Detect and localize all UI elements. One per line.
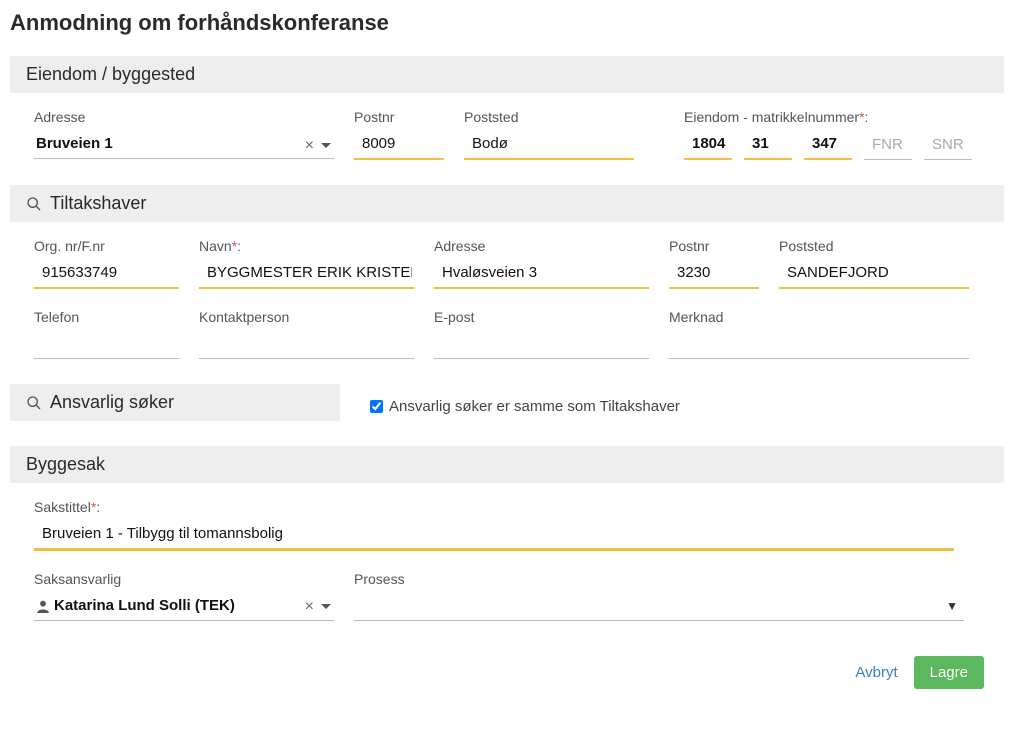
adresse-input[interactable] — [34, 131, 334, 159]
field-th-postnr: Postnr — [669, 238, 759, 289]
orgnr-label: Org. nr/F.nr — [34, 238, 179, 254]
field-th-adresse: Adresse — [434, 238, 649, 289]
field-kontaktperson: Kontaktperson — [199, 309, 414, 359]
saksansvarlig-label: Saksansvarlig — [34, 571, 334, 587]
epost-input[interactable] — [434, 331, 649, 359]
field-orgnr: Org. nr/F.nr — [34, 238, 179, 289]
postnr-input[interactable] — [354, 131, 444, 160]
same-checkbox-label: Ansvarlig søker er samme som Tiltakshave… — [389, 398, 680, 415]
poststed-input[interactable] — [464, 131, 634, 160]
prosess-input[interactable] — [354, 593, 964, 621]
sakstittel-input[interactable] — [34, 521, 954, 551]
matrikkel-label: Eiendom - matrikkelnummer*: — [684, 109, 972, 125]
th-adresse-label: Adresse — [434, 238, 649, 254]
merknad-input[interactable] — [669, 331, 969, 359]
th-poststed-input[interactable] — [779, 260, 969, 289]
th-postnr-input[interactable] — [669, 260, 759, 289]
section-header-tiltakshaver: Tiltakshaver — [10, 185, 1004, 222]
clear-icon[interactable]: × — [305, 599, 314, 615]
th-poststed-label: Poststed — [779, 238, 969, 254]
field-epost: E-post — [434, 309, 649, 359]
field-prosess: Prosess ▼ — [354, 571, 964, 621]
field-adresse: Adresse × — [34, 109, 334, 160]
save-button[interactable]: Lagre — [914, 656, 984, 689]
telefon-input[interactable] — [34, 331, 179, 359]
field-sakstittel: Sakstittel*: — [34, 499, 954, 551]
matrikkel-gnr-input[interactable] — [744, 131, 792, 160]
prosess-label: Prosess — [354, 571, 964, 587]
section-eiendom: Eiendom / byggested Adresse × Postnr Pos… — [10, 56, 1004, 160]
matrikkel-bnr-input[interactable] — [804, 131, 852, 160]
search-icon — [26, 196, 42, 212]
section-ansvarlig: Ansvarlig søker Ansvarlig søker er samme… — [10, 384, 1004, 421]
poststed-label: Poststed — [464, 109, 634, 125]
th-adresse-input[interactable] — [434, 260, 649, 289]
kontaktperson-label: Kontaktperson — [199, 309, 414, 325]
matrikkel-snr-input[interactable] — [924, 131, 972, 160]
field-postnr: Postnr — [354, 109, 444, 160]
same-as-tiltakshaver-checkbox[interactable]: Ansvarlig søker er samme som Tiltakshave… — [370, 398, 680, 415]
field-saksansvarlig: Saksansvarlig Katarina Lund Solli (TEK) … — [34, 571, 334, 621]
cancel-button[interactable]: Avbryt — [855, 664, 897, 681]
section-byggesak: Byggesak Sakstittel*: Saksansvarlig Kata… — [10, 446, 1004, 621]
saksansvarlig-value[interactable]: Katarina Lund Solli (TEK) — [54, 597, 235, 614]
chevron-down-icon[interactable] — [320, 142, 332, 150]
search-icon — [26, 395, 42, 411]
field-merknad: Merknad — [669, 309, 969, 359]
th-postnr-label: Postnr — [669, 238, 759, 254]
navn-label: Navn*: — [199, 238, 414, 254]
navn-input[interactable] — [199, 260, 414, 289]
field-telefon: Telefon — [34, 309, 179, 359]
adresse-label: Adresse — [34, 109, 334, 125]
section-header-byggesak: Byggesak — [10, 446, 1004, 483]
person-icon — [36, 599, 50, 613]
field-poststed: Poststed — [464, 109, 634, 160]
clear-icon[interactable]: × — [305, 138, 314, 154]
footer: Avbryt Lagre — [10, 646, 1004, 699]
field-th-poststed: Poststed — [779, 238, 969, 289]
section-header-ansvarlig: Ansvarlig søker — [10, 384, 340, 421]
sakstittel-label: Sakstittel*: — [34, 499, 954, 515]
section-header-eiendom: Eiendom / byggested — [10, 56, 1004, 93]
orgnr-input[interactable] — [34, 260, 179, 289]
field-navn: Navn*: — [199, 238, 414, 289]
matrikkel-knr-input[interactable] — [684, 131, 732, 160]
epost-label: E-post — [434, 309, 649, 325]
field-matrikkel: Eiendom - matrikkelnummer*: — [684, 109, 972, 160]
matrikkel-fnr-input[interactable] — [864, 131, 912, 160]
same-checkbox-input[interactable] — [370, 400, 383, 413]
merknad-label: Merknad — [669, 309, 969, 325]
postnr-label: Postnr — [354, 109, 444, 125]
telefon-label: Telefon — [34, 309, 179, 325]
section-tiltakshaver: Tiltakshaver Org. nr/F.nr Navn*: Adresse… — [10, 185, 1004, 359]
kontaktperson-input[interactable] — [199, 331, 414, 359]
page-title: Anmodning om forhåndskonferanse — [10, 10, 1004, 36]
chevron-down-icon[interactable] — [320, 603, 332, 611]
